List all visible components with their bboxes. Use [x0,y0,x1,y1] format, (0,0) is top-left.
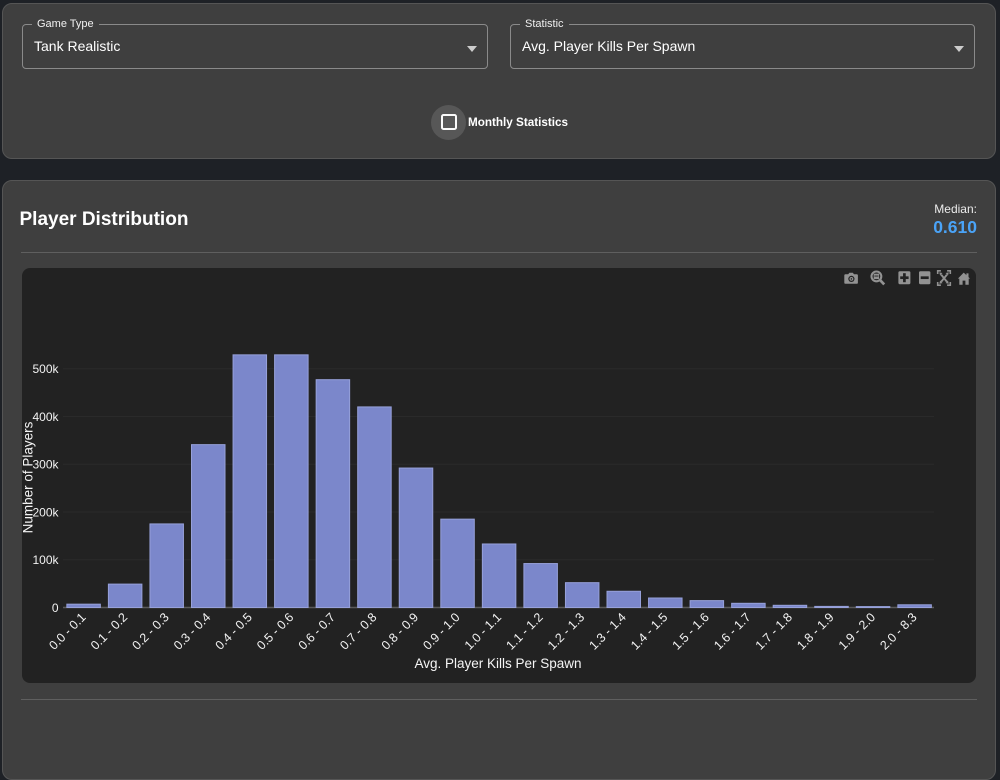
svg-text:0.6 - 0.7: 0.6 - 0.7 [296,610,338,652]
svg-text:0.4 - 0.5: 0.4 - 0.5 [213,610,255,652]
svg-text:400k: 400k [32,410,59,424]
svg-text:1.6 - 1.7: 1.6 - 1.7 [711,610,753,652]
svg-text:1.4 - 1.5: 1.4 - 1.5 [628,610,670,652]
svg-text:100k: 100k [32,553,59,567]
svg-text:1.7 - 1.8: 1.7 - 1.8 [753,610,795,652]
svg-text:1.3 - 1.4: 1.3 - 1.4 [587,610,629,652]
svg-text:1.0 - 1.1: 1.0 - 1.1 [462,610,504,652]
svg-text:0.8 - 0.9: 0.8 - 0.9 [379,610,421,652]
svg-text:0.0 - 0.1: 0.0 - 0.1 [46,610,88,652]
svg-text:1.8 - 1.9: 1.8 - 1.9 [794,610,836,652]
svg-text:0.9 - 1.0: 0.9 - 1.0 [420,610,462,652]
svg-text:200k: 200k [32,505,59,519]
svg-text:Number of Players: Number of Players [22,421,36,533]
svg-text:500k: 500k [32,362,59,376]
svg-text:0.1 - 0.2: 0.1 - 0.2 [88,610,130,652]
svg-text:300k: 300k [32,458,59,472]
svg-text:0.2 - 0.3: 0.2 - 0.3 [129,610,171,652]
svg-text:0.3 - 0.4: 0.3 - 0.4 [171,610,213,652]
svg-text:1.1 - 1.2: 1.1 - 1.2 [503,610,545,652]
svg-text:1.2 - 1.3: 1.2 - 1.3 [545,610,587,652]
svg-text:0.5 - 0.6: 0.5 - 0.6 [254,610,296,652]
svg-text:2.0 - 8.3: 2.0 - 8.3 [877,610,919,652]
svg-text:0: 0 [52,601,59,615]
svg-text:1.9 - 2.0: 1.9 - 2.0 [836,610,878,652]
svg-text:0.7 - 0.8: 0.7 - 0.8 [337,610,379,652]
svg-text:Avg. Player Kills Per Spawn: Avg. Player Kills Per Spawn [414,656,581,671]
svg-text:1.5 - 1.6: 1.5 - 1.6 [670,610,712,652]
